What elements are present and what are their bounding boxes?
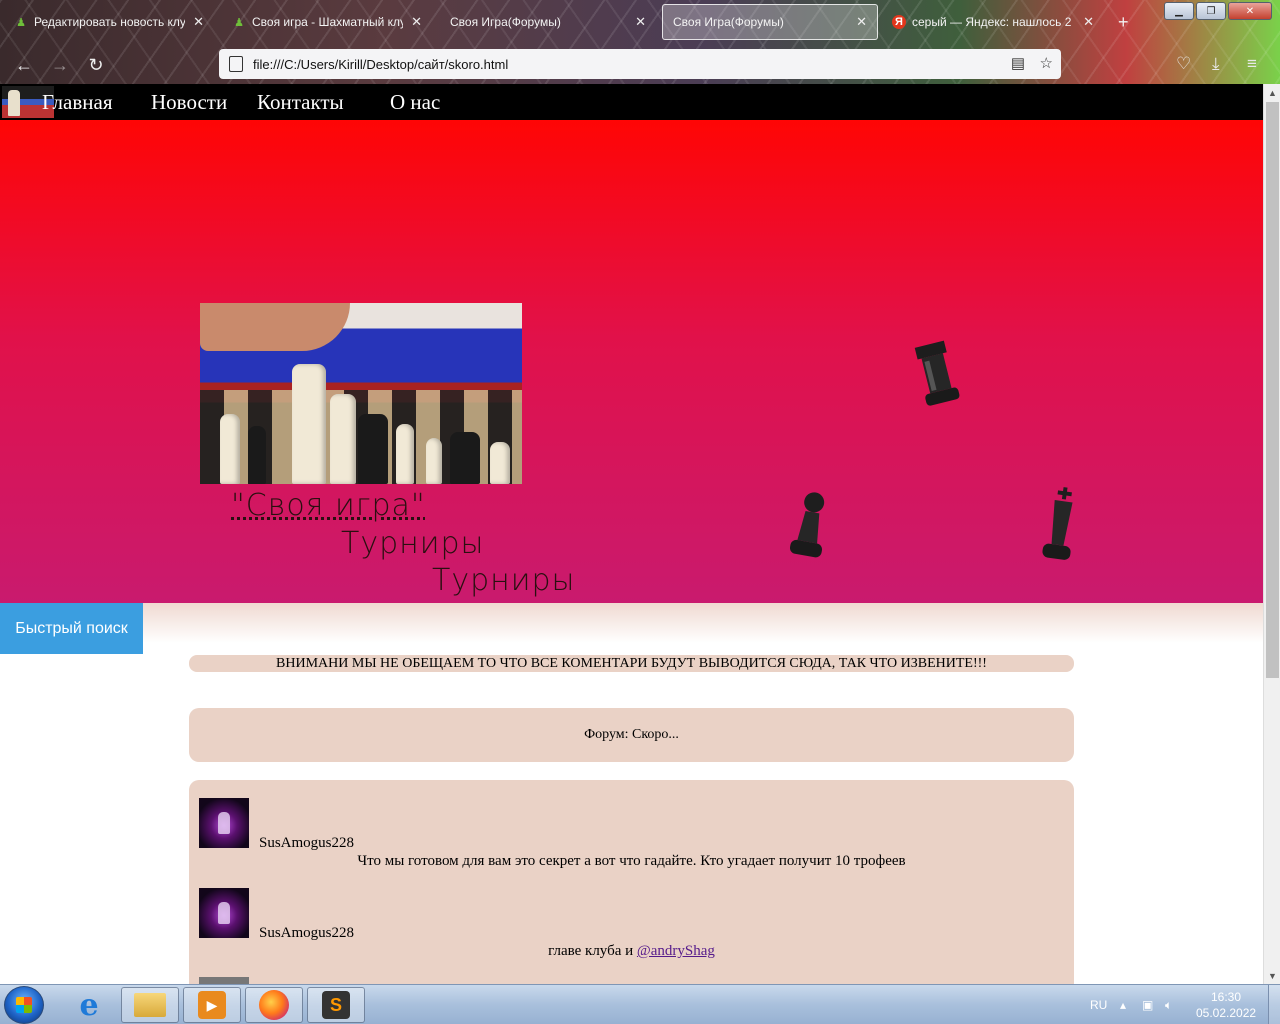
file-explorer-icon[interactable]	[121, 987, 179, 1023]
comment-text: Что мы готовом для вам это секрет а вот …	[189, 853, 1074, 870]
comment-item: SusAmogus228 Что мы готовом для вам это …	[189, 798, 1074, 870]
scroll-down-icon[interactable]: ▼	[1264, 967, 1280, 984]
new-tab-button[interactable]: +	[1108, 4, 1138, 40]
tab-forums[interactable]: Своя Игра(Форумы) ✕	[440, 4, 656, 40]
tab-strip: ♟ Редактировать новость клуба ✕ ♟ Своя и…	[0, 0, 1180, 44]
address-bar[interactable]: file:///C:/Users/Kirill/Desktop/сайт/sko…	[219, 49, 1061, 79]
window-controls: ▁ ❐ ✕	[1164, 2, 1272, 20]
yandex-icon: Я	[892, 15, 906, 29]
tab-title: Своя игра - Шахматный клуб	[252, 15, 404, 29]
firefox-icon[interactable]	[245, 987, 303, 1023]
nav-link-news[interactable]: Новости	[151, 90, 227, 115]
url-text: file:///C:/Users/Kirill/Desktop/сайт/sko…	[253, 56, 509, 72]
chess-king-icon	[1042, 487, 1073, 560]
tab-forums-active[interactable]: Своя Игра(Форумы) ✕	[662, 4, 878, 40]
nav-link-home[interactable]: Главная	[42, 90, 113, 115]
comment-item: SusAmogus228 главе клуба и @andryShag	[189, 888, 1074, 960]
comment-body: главе клуба и	[548, 943, 637, 959]
scroll-up-icon[interactable]: ▲	[1264, 84, 1280, 101]
mention-link[interactable]: @andryShag	[637, 943, 715, 959]
comment-username[interactable]: SusAmogus228	[259, 925, 354, 942]
internet-explorer-icon[interactable]: e	[60, 987, 118, 1023]
comment-body: Что мы готовом для вам это секрет а вот …	[357, 853, 906, 869]
hero-banner: "Своя игра" Турниры Турниры	[0, 120, 1263, 603]
avatar[interactable]	[199, 888, 249, 938]
site-navbar: Главная Новости Контакты О нас	[0, 84, 1263, 120]
reload-icon: ↻	[88, 54, 104, 75]
hero-subtitle-tournaments: Турниры	[341, 526, 485, 561]
pocket-icon[interactable]: ♡	[1176, 54, 1191, 74]
nav-link-contacts[interactable]: Контакты	[257, 90, 344, 115]
page-scrollbar[interactable]: ▲ ▼	[1263, 84, 1280, 984]
chess-flag-image	[200, 303, 522, 484]
tab-close-icon[interactable]: ✕	[193, 14, 204, 30]
tab-chess-club[interactable]: ♟ Своя игра - Шахматный клуб ✕	[222, 4, 432, 40]
page-icon	[229, 56, 243, 72]
show-desktop-button[interactable]	[1268, 985, 1280, 1024]
reload-button[interactable]: ↻	[83, 52, 109, 78]
reader-view-icon[interactable]: ▤	[1011, 54, 1025, 72]
chess-rook-icon	[914, 340, 960, 406]
media-player-icon[interactable]: ▶	[183, 987, 241, 1023]
tab-close-icon[interactable]: ✕	[1083, 14, 1094, 30]
tab-title: Своя Игра(Форумы)	[673, 15, 784, 29]
maximize-button[interactable]: ❐	[1196, 2, 1226, 20]
network-icon[interactable]: ▣	[1142, 985, 1153, 1024]
tab-close-icon[interactable]: ✕	[635, 14, 646, 30]
tab-close-icon[interactable]: ✕	[856, 14, 867, 30]
chess-pawn-icon: ♟	[234, 16, 244, 29]
scrollbar-thumb[interactable]	[1266, 102, 1279, 678]
windows-taskbar: e ▶ S RU ▴ ▣ 🔈︎ 16:30 05.02.2022	[0, 984, 1280, 1024]
menu-icon[interactable]: ≡	[1247, 54, 1257, 74]
quick-search-button[interactable]: Быстрый поиск	[0, 603, 143, 654]
sublime-text-icon[interactable]: S	[307, 987, 365, 1023]
tab-close-icon[interactable]: ✕	[411, 14, 422, 30]
minimize-button[interactable]: ▁	[1164, 2, 1194, 20]
chess-pawn-icon	[789, 492, 825, 558]
tab-title: серый — Яндекс: нашлось 2	[912, 15, 1072, 29]
tab-edit-news[interactable]: ♟ Редактировать новость клуба ✕	[4, 4, 214, 40]
plus-icon: +	[1118, 11, 1129, 32]
tab-yandex[interactable]: Я серый — Яндекс: нашлось 2 ✕	[882, 4, 1104, 40]
comments-notice: ВНИМАНИ МЫ НЕ ОБЕЩАЕМ ТО ЧТО ВСЕ КОМЕНТА…	[189, 655, 1074, 672]
clock-date: 05.02.2022	[1196, 1006, 1257, 1020]
tray-expand-icon[interactable]: ▴	[1120, 985, 1126, 1024]
arrow-right-icon: →	[51, 54, 69, 75]
comment-username[interactable]: SusAmogus228	[259, 835, 354, 852]
start-button[interactable]	[4, 986, 44, 1024]
arrow-left-icon: ←	[15, 54, 33, 75]
comments-panel: SusAmogus228 Что мы готовом для вам это …	[189, 780, 1074, 984]
clock-time: 16:30	[1210, 990, 1242, 1004]
forward-button[interactable]: →	[47, 52, 73, 78]
bookmark-star-icon[interactable]: ☆	[1040, 54, 1053, 72]
tab-title: Редактировать новость клуба	[34, 15, 186, 29]
forum-status-box: Форум: Скоро...	[189, 708, 1074, 762]
chess-pawn-icon: ♟	[16, 16, 26, 29]
back-button[interactable]: ←	[11, 52, 37, 78]
nav-link-about[interactable]: О нас	[390, 90, 440, 115]
language-indicator[interactable]: RU	[1090, 985, 1107, 1024]
avatar	[199, 977, 249, 984]
hero-subtitle-tournaments-2: Турниры	[432, 563, 576, 598]
section-shadow	[143, 603, 1263, 643]
page-viewport: Главная Новости Контакты О нас "Своя игр…	[0, 84, 1263, 984]
close-window-button[interactable]: ✕	[1228, 2, 1272, 20]
tab-title: Своя Игра(Форумы)	[450, 15, 561, 29]
volume-icon[interactable]: 🔈︎	[1165, 985, 1172, 1024]
comment-text: главе клуба и @andryShag	[189, 943, 1074, 960]
browser-chrome: ♟ Редактировать новость клуба ✕ ♟ Своя и…	[0, 0, 1280, 84]
download-icon[interactable]: ⤓	[1212, 54, 1220, 74]
avatar[interactable]	[199, 798, 249, 848]
system-clock[interactable]: 16:30 05.02.2022	[1196, 989, 1256, 1021]
navigation-toolbar: ← → ↻ file:///C:/Users/Kirill/Desktop/са…	[0, 44, 1280, 84]
hero-title-link[interactable]: "Своя игра"	[231, 488, 426, 523]
